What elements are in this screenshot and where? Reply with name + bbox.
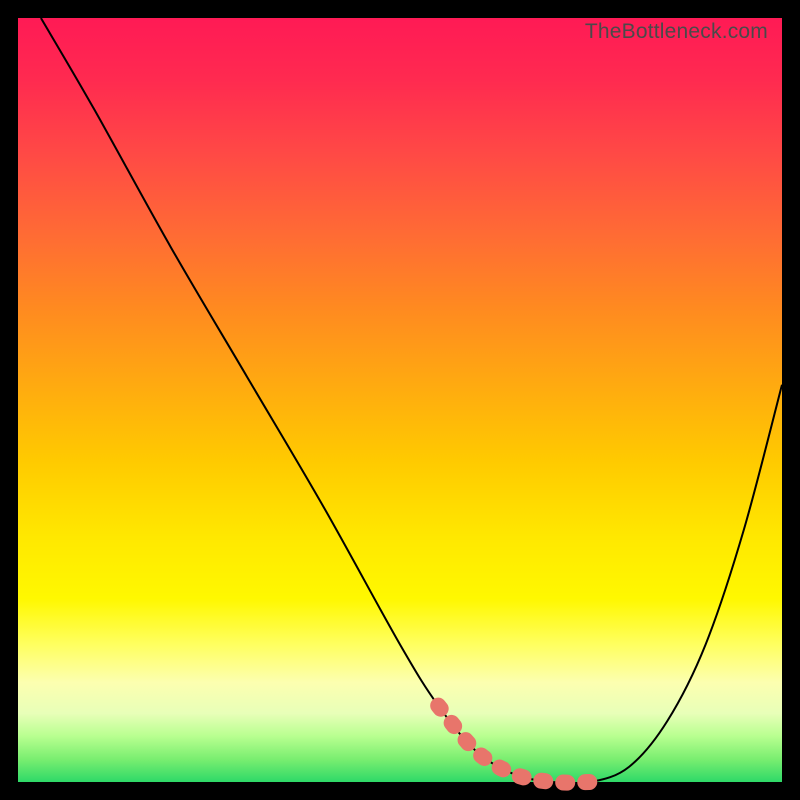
bottleneck-curve <box>41 18 782 783</box>
highlight-dots <box>438 706 591 783</box>
chart-svg <box>18 18 782 782</box>
plot-area: TheBottleneck.com <box>18 18 782 782</box>
watermark-text: TheBottleneck.com <box>585 20 768 44</box>
